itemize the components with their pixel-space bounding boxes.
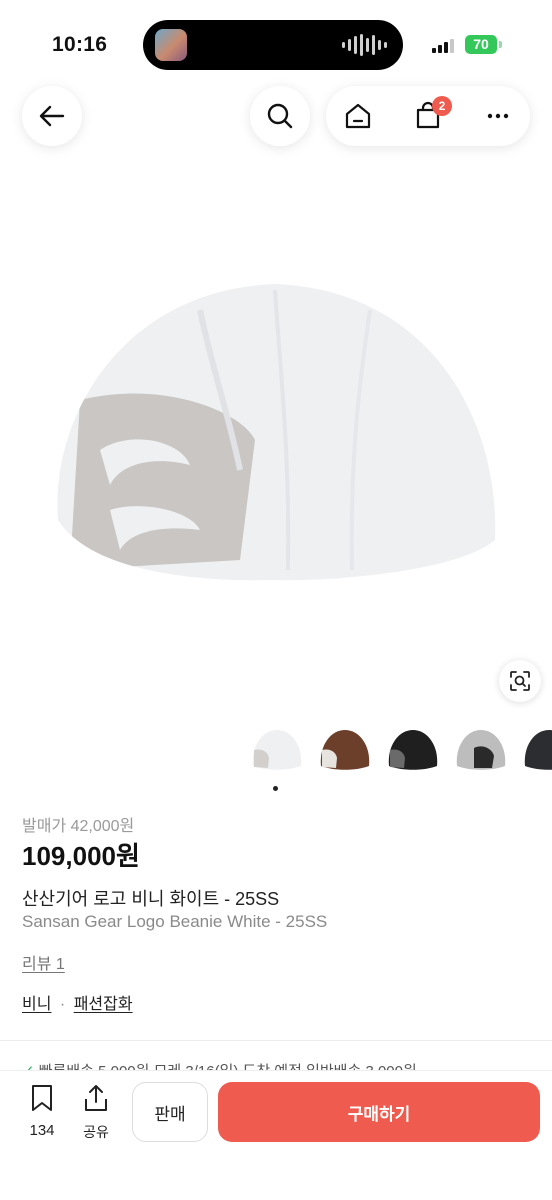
buy-button[interactable]: 구매하기 — [218, 1082, 540, 1142]
cart-button[interactable] — [398, 86, 458, 146]
home-button[interactable] — [328, 86, 388, 146]
search-button[interactable] — [250, 86, 310, 146]
original-price: 발매가 42,000원 — [22, 818, 135, 835]
home-icon — [345, 103, 371, 129]
category-breadcrumb: 비니 · 패션잡화 — [22, 990, 133, 1014]
status-bar: 10:16 70 — [0, 0, 552, 90]
sell-button[interactable]: 판매 — [132, 1082, 208, 1142]
more-icon — [487, 113, 509, 119]
category-separator: · — [59, 996, 66, 1013]
battery-tip — [499, 41, 502, 48]
product-price: 109,000원 — [22, 841, 140, 871]
thumbnail-strip — [246, 720, 552, 778]
dynamic-island[interactable] — [143, 20, 403, 70]
product-image[interactable] — [40, 270, 510, 600]
nav-action-group — [326, 86, 530, 146]
beanie-image — [57, 284, 496, 581]
thumbnail-brown[interactable] — [316, 720, 374, 778]
battery-indicator: 70 — [465, 35, 497, 54]
search-icon — [267, 103, 293, 129]
back-arrow-icon — [39, 105, 65, 127]
review-link[interactable]: 리뷰 1 — [22, 950, 65, 974]
now-playing-artwork — [155, 29, 187, 61]
thumbnail-white[interactable] — [248, 720, 306, 778]
product-title-english: Sansan Gear Logo Beanie White - 25SS — [22, 912, 328, 931]
category-link-fashion-goods[interactable]: 패션잡화 — [74, 996, 133, 1013]
image-search-button[interactable] — [499, 660, 541, 702]
bookmark-icon — [32, 1085, 52, 1111]
more-button[interactable] — [468, 86, 528, 146]
divider — [0, 1040, 552, 1041]
lens-icon — [510, 671, 530, 691]
thumbnail-dark[interactable] — [520, 720, 552, 778]
share-icon — [85, 1085, 107, 1111]
save-button[interactable]: 134 — [22, 1083, 62, 1139]
status-time: 10:16 — [52, 33, 108, 56]
category-link-beanie[interactable]: 비니 — [22, 996, 51, 1013]
save-count: 134 — [29, 1122, 55, 1139]
product-title: 산산기어 로고 비니 화이트 - 25SS — [22, 889, 280, 909]
audio-wave-icon — [342, 33, 387, 57]
cart-count-badge: 2 — [432, 96, 452, 116]
back-button[interactable] — [22, 86, 82, 146]
thumbnail-grey[interactable] — [452, 720, 510, 778]
share-label: 공유 — [83, 1124, 109, 1140]
share-button[interactable]: 공유 — [76, 1083, 116, 1142]
thumbnail-black[interactable] — [384, 720, 442, 778]
signal-icon — [432, 38, 454, 53]
carousel-indicator — [273, 786, 278, 791]
